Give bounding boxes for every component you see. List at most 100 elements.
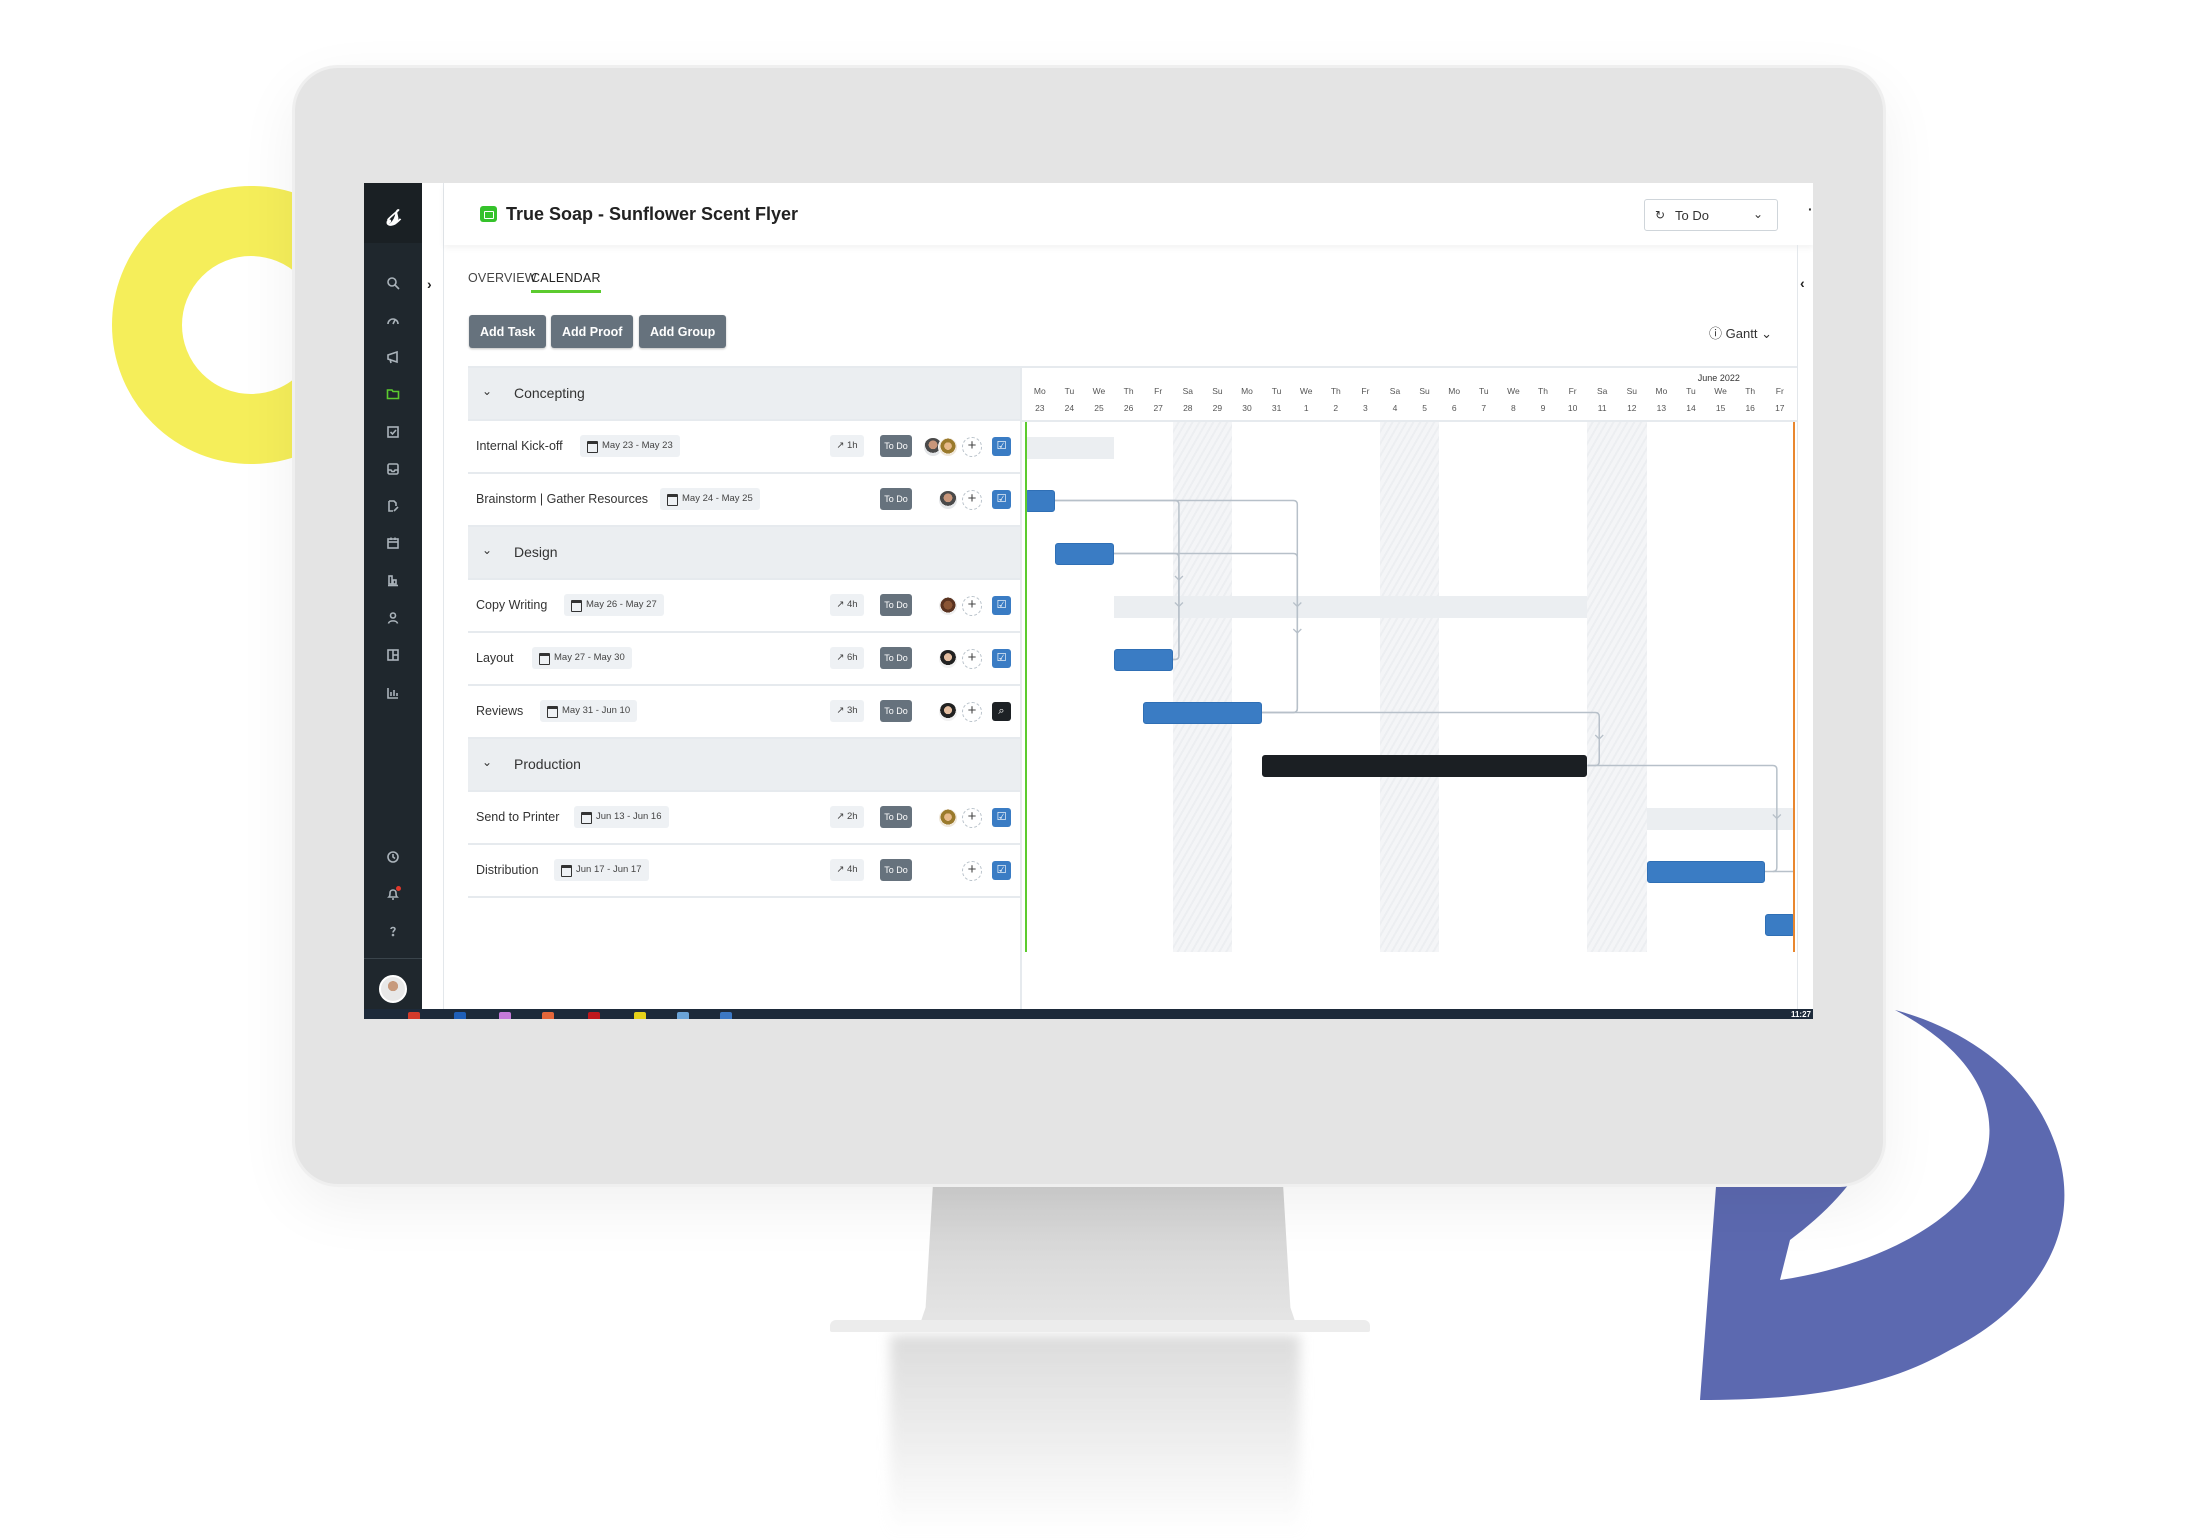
task-row[interactable]: Reviews May 31 - Jun 10 ↗ 3h To Do + ⌕ bbox=[468, 686, 1020, 739]
reports-icon[interactable] bbox=[364, 686, 422, 704]
add-task-button[interactable]: Add Task bbox=[469, 315, 547, 348]
add-group-button[interactable]: Add Group bbox=[639, 315, 727, 348]
task-type-checkbox-icon[interactable]: ☑ bbox=[992, 596, 1011, 615]
search-icon[interactable] bbox=[364, 276, 422, 294]
taskbar-app-icon[interactable] bbox=[720, 1012, 732, 1019]
task-name[interactable]: Internal Kick-off bbox=[476, 439, 563, 453]
taskbar-app-icon[interactable] bbox=[499, 1012, 511, 1019]
resource-chart-icon[interactable] bbox=[364, 573, 422, 591]
task-date-range[interactable]: May 31 - Jun 10 bbox=[540, 700, 638, 722]
task-type-checkbox-icon[interactable]: ☑ bbox=[992, 437, 1011, 456]
task-name[interactable]: Copy Writing bbox=[476, 598, 547, 612]
add-assignee-plus-icon[interactable]: + bbox=[962, 437, 982, 457]
task-type-checkbox-icon[interactable]: ☑ bbox=[992, 861, 1011, 880]
group-name[interactable]: Production bbox=[514, 756, 581, 772]
taskbar-app-icon[interactable] bbox=[677, 1012, 689, 1019]
add-assignee-plus-icon[interactable]: + bbox=[962, 702, 982, 722]
calendar-icon[interactable] bbox=[364, 536, 422, 554]
dependency-link[interactable] bbox=[1113, 552, 1299, 714]
task-row[interactable]: Distribution Jun 17 - Jun 17 ↗ 4h To Do + ☑ bbox=[468, 845, 1020, 898]
bell-icon[interactable] bbox=[364, 886, 422, 905]
task-date-range[interactable]: May 23 - May 23 bbox=[580, 435, 680, 457]
task-type-checkbox-icon[interactable]: ☑ bbox=[992, 490, 1011, 509]
proof-bar[interactable] bbox=[1261, 754, 1588, 777]
task-bar[interactable] bbox=[1025, 489, 1055, 512]
task-type-checkbox-icon[interactable]: ☑ bbox=[992, 649, 1011, 668]
proof-type-icon[interactable]: ⌕ bbox=[992, 702, 1011, 721]
assignee-avatar[interactable] bbox=[938, 649, 958, 669]
task-date-range[interactable]: May 24 - May 25 bbox=[660, 488, 760, 510]
task-name[interactable]: Send to Printer bbox=[476, 810, 559, 824]
folder-icon[interactable] bbox=[364, 387, 422, 405]
estimated-hours[interactable]: ↗ 4h bbox=[830, 594, 864, 616]
add-assignee-plus-icon[interactable]: + bbox=[962, 649, 982, 669]
add-assignee-plus-icon[interactable]: + bbox=[962, 490, 982, 510]
task-status-badge[interactable]: To Do bbox=[880, 700, 912, 722]
taskbar-app-icon[interactable] bbox=[542, 1012, 554, 1019]
task-date-range[interactable]: May 26 - May 27 bbox=[564, 594, 664, 616]
assignee-avatar[interactable] bbox=[938, 490, 958, 510]
more-options-button[interactable]: ··· bbox=[1808, 201, 1813, 217]
taskbar-app-icon[interactable] bbox=[454, 1012, 466, 1019]
taskbar-app-icon[interactable] bbox=[634, 1012, 646, 1019]
group-name[interactable]: Design bbox=[514, 544, 558, 560]
task-row[interactable]: Send to Printer Jun 13 - Jun 16 ↗ 2h To Do +… bbox=[468, 792, 1020, 845]
clock-icon[interactable] bbox=[364, 850, 422, 868]
assignee-avatar[interactable] bbox=[938, 437, 958, 457]
collapse-group-chevron-icon[interactable]: ⌄ bbox=[482, 384, 492, 398]
collapse-group-chevron-icon[interactable]: ⌄ bbox=[482, 543, 492, 557]
task-bar[interactable] bbox=[1054, 542, 1114, 565]
dependency-link[interactable] bbox=[1587, 764, 1778, 873]
taskbar-app-icon[interactable] bbox=[588, 1012, 600, 1019]
taskbar-app-icon[interactable] bbox=[408, 1012, 420, 1019]
task-bar[interactable] bbox=[1646, 860, 1765, 883]
estimated-hours[interactable]: ↗ 1h bbox=[830, 435, 864, 457]
assignee-avatar[interactable] bbox=[938, 808, 958, 828]
dependency-link[interactable] bbox=[1054, 499, 1180, 661]
task-type-checkbox-icon[interactable]: ☑ bbox=[992, 808, 1011, 827]
task-check-icon[interactable] bbox=[364, 425, 422, 443]
collapse-panel-chevron-left-icon[interactable]: ‹ bbox=[1800, 275, 1805, 291]
task-bar[interactable] bbox=[1143, 701, 1262, 724]
help-icon[interactable] bbox=[364, 924, 422, 942]
add-assignee-plus-icon[interactable]: + bbox=[962, 861, 982, 881]
task-date-range[interactable]: Jun 17 - Jun 17 bbox=[554, 859, 649, 881]
estimated-hours[interactable]: ↗ 2h bbox=[830, 806, 864, 828]
expand-panel-chevron-right-icon[interactable]: › bbox=[427, 276, 432, 292]
group-row[interactable]: ⌄ Production bbox=[468, 739, 1020, 792]
task-name[interactable]: Brainstorm | Gather Resources bbox=[476, 492, 648, 506]
view-mode-dropdown[interactable]: ⓘ Gantt ⌄ bbox=[1709, 323, 1772, 342]
task-status-badge[interactable]: To Do bbox=[880, 859, 912, 881]
task-status-badge[interactable]: To Do bbox=[880, 647, 912, 669]
task-name[interactable]: Distribution bbox=[476, 863, 539, 877]
megaphone-icon[interactable] bbox=[364, 350, 422, 368]
task-row[interactable]: Internal Kick-off May 23 - May 23 ↗ 1h To D… bbox=[468, 421, 1020, 474]
task-row[interactable]: Copy Writing May 26 - May 27 ↗ 4h To Do + ☑ bbox=[468, 580, 1020, 633]
tab-calendar[interactable]: CALENDAR bbox=[531, 271, 601, 293]
add-proof-button[interactable]: Add Proof bbox=[551, 315, 634, 348]
task-bar[interactable] bbox=[1765, 913, 1795, 936]
task-date-range[interactable]: Jun 13 - Jun 16 bbox=[574, 806, 669, 828]
status-dropdown[interactable]: ↻ To Do ⌄ bbox=[1644, 199, 1778, 231]
layout-board-icon[interactable] bbox=[364, 648, 422, 666]
task-status-badge[interactable]: To Do bbox=[880, 435, 912, 457]
estimated-hours[interactable]: ↗ 3h bbox=[830, 700, 864, 722]
task-date-range[interactable]: May 27 - May 30 bbox=[532, 647, 632, 669]
task-name[interactable]: Reviews bbox=[476, 704, 523, 718]
assignee-avatar[interactable] bbox=[938, 596, 958, 616]
user-avatar[interactable] bbox=[379, 975, 407, 1003]
group-row[interactable]: ⌄ Design bbox=[468, 527, 1020, 580]
add-assignee-plus-icon[interactable]: + bbox=[962, 596, 982, 616]
task-status-badge[interactable]: To Do bbox=[880, 594, 912, 616]
dependency-link[interactable] bbox=[1054, 499, 1299, 714]
dependency-link[interactable] bbox=[1113, 552, 1180, 661]
task-status-badge[interactable]: To Do bbox=[880, 806, 912, 828]
user-icon[interactable] bbox=[364, 611, 422, 629]
estimated-hours[interactable]: ↗ 6h bbox=[830, 647, 864, 669]
add-assignee-plus-icon[interactable]: + bbox=[962, 808, 982, 828]
task-status-badge[interactable]: To Do bbox=[880, 488, 912, 510]
task-name[interactable]: Layout bbox=[476, 651, 514, 665]
estimated-hours[interactable]: ↗ 4h bbox=[830, 859, 864, 881]
collapse-group-chevron-icon[interactable]: ⌄ bbox=[482, 755, 492, 769]
assignee-avatar[interactable] bbox=[938, 702, 958, 722]
